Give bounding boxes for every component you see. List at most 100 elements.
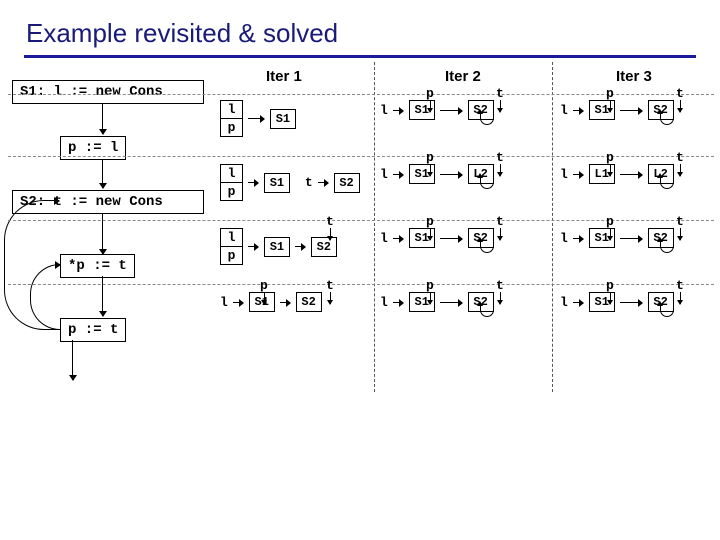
r2c3: p t l L1 L2 xyxy=(560,164,720,184)
var-t: t xyxy=(496,86,504,101)
var-table: lp xyxy=(220,228,243,265)
r4c3: p t l S1 S2 xyxy=(560,292,720,312)
ptr-arrow-icon xyxy=(620,174,642,175)
heap-node: S1 xyxy=(409,100,435,120)
var-t: t xyxy=(676,150,684,165)
flow-arrow xyxy=(102,160,103,188)
r4c2: p t l S1 S2 xyxy=(380,292,548,312)
var-l: l xyxy=(380,167,388,182)
flow-node-s4: *p := t xyxy=(60,254,135,278)
down-arrow-icon xyxy=(500,164,501,176)
iter-headers: Iter 1 Iter 2 Iter 3 xyxy=(220,68,714,92)
var-p: p xyxy=(606,278,614,293)
iterations-grid: Iter 1 Iter 2 Iter 3 lp S1 p t xyxy=(220,68,714,348)
row-4: p t l S1 S2 p t l xyxy=(220,286,714,348)
selfloop-icon xyxy=(660,175,674,189)
iter2-header: Iter 2 xyxy=(445,68,481,85)
var-p: p xyxy=(606,86,614,101)
r1c1: lp S1 xyxy=(220,100,370,137)
ptr-arrow-icon xyxy=(393,238,403,239)
flow-node-s1: S1: l := new Cons xyxy=(12,80,204,104)
r3c1: t lp S1 S2 xyxy=(220,228,370,265)
heap-node: S1 xyxy=(409,164,435,184)
var-p: p xyxy=(606,150,614,165)
ptr-arrow-icon xyxy=(248,182,258,183)
var-t: t xyxy=(305,175,313,190)
r4c1: p t l S1 S2 xyxy=(220,292,370,312)
heap-node: S1 xyxy=(589,292,615,312)
var-l: l xyxy=(560,295,568,310)
var-t: t xyxy=(496,278,504,293)
heap-node: S2 xyxy=(311,237,337,257)
ptr-arrow-icon xyxy=(233,302,243,303)
heap-node: S2 xyxy=(334,173,360,193)
ptr-arrow-icon xyxy=(440,238,462,239)
ptr-arrow-icon xyxy=(393,302,403,303)
selfloop-icon xyxy=(660,303,674,317)
flow-arrow xyxy=(102,276,103,316)
heap-node: S1 xyxy=(249,292,275,312)
var-t: t xyxy=(326,214,334,229)
ptr-arrow-icon xyxy=(248,246,258,247)
r2c2: p t l S1 L2 xyxy=(380,164,548,184)
var-t: t xyxy=(676,86,684,101)
var-l: l xyxy=(380,103,388,118)
flow-arrow xyxy=(72,340,73,380)
var-table: lp xyxy=(220,164,243,201)
ptr-arrow-icon xyxy=(248,118,264,119)
row-2: lp S1 t S2 p t l S1 xyxy=(220,158,714,220)
var-l: l xyxy=(560,167,568,182)
var-p: p xyxy=(426,214,434,229)
ptr-arrow-icon xyxy=(573,238,583,239)
ptr-arrow-icon xyxy=(280,302,290,303)
iter3-header: Iter 3 xyxy=(616,68,652,85)
heap-node: S1 xyxy=(409,292,435,312)
var-p: p xyxy=(426,150,434,165)
var-l: l xyxy=(560,103,568,118)
var-table: lp xyxy=(220,100,243,137)
ptr-arrow-icon xyxy=(393,174,403,175)
heap-node: L1 xyxy=(589,164,615,184)
heap-node: S1 xyxy=(264,173,290,193)
iter1-header: Iter 1 xyxy=(266,68,302,85)
r3c3: p t l S1 S2 xyxy=(560,228,720,248)
var-t: t xyxy=(496,150,504,165)
content-area: S1: l := new Cons p := l S2: t := new Co… xyxy=(0,58,720,80)
down-arrow-icon xyxy=(500,100,501,112)
flow-arrow xyxy=(102,104,103,134)
ptr-arrow-icon xyxy=(573,110,583,111)
ptr-arrow-icon xyxy=(318,182,328,183)
var-l: l xyxy=(380,231,388,246)
ptr-arrow-icon xyxy=(620,110,642,111)
down-arrow-icon xyxy=(500,228,501,240)
down-arrow-icon xyxy=(330,292,331,304)
r1c2: p t l S1 S2 xyxy=(380,100,548,120)
ptr-arrow-icon xyxy=(440,110,462,111)
selfloop-icon xyxy=(660,239,674,253)
down-arrow-icon xyxy=(680,164,681,176)
selfloop-icon xyxy=(480,111,494,125)
heap-node: S1 xyxy=(270,109,296,129)
var-t: t xyxy=(496,214,504,229)
var-p: p xyxy=(260,278,268,293)
ptr-arrow-icon xyxy=(620,302,642,303)
row-3: t lp S1 S2 p t l S1 xyxy=(220,222,714,284)
flow-node-s5: p := t xyxy=(60,318,126,342)
heap-node: S1 xyxy=(589,228,615,248)
var-t: t xyxy=(676,214,684,229)
selfloop-icon xyxy=(660,111,674,125)
heap-node: S2 xyxy=(296,292,322,312)
heap-node: S1 xyxy=(264,237,290,257)
var-l: l xyxy=(380,295,388,310)
ptr-arrow-icon xyxy=(573,302,583,303)
ptr-arrow-icon xyxy=(573,174,583,175)
ptr-arrow-icon xyxy=(393,110,403,111)
heap-node: S1 xyxy=(589,100,615,120)
var-l: l xyxy=(560,231,568,246)
var-t: t xyxy=(326,278,334,293)
selfloop-icon xyxy=(480,303,494,317)
var-t: t xyxy=(676,278,684,293)
var-l: l xyxy=(220,295,228,310)
var-p: p xyxy=(606,214,614,229)
ptr-arrow-icon xyxy=(440,174,462,175)
